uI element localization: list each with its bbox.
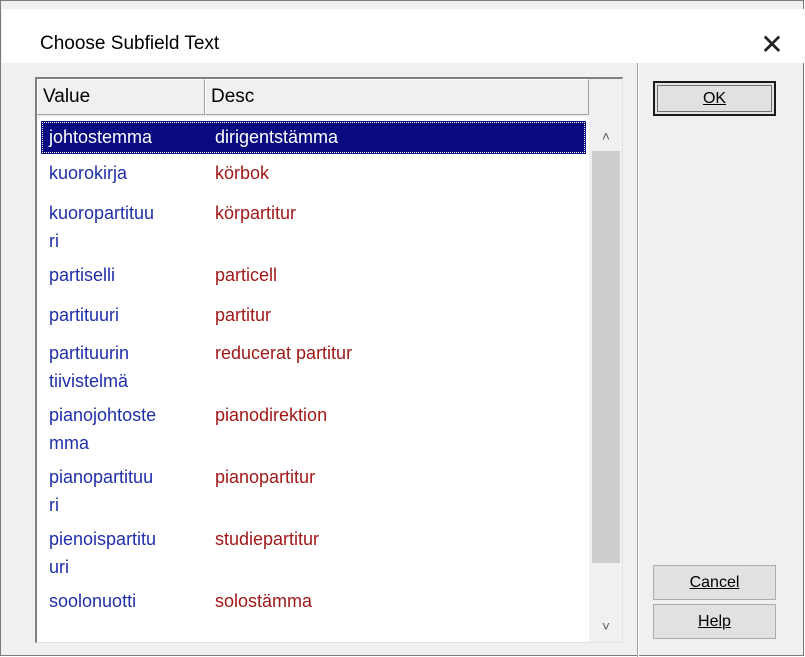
item-desc: körpartitur <box>215 203 297 223</box>
help-button[interactable]: Help <box>653 604 776 639</box>
item-value: pienoispartitu uri <box>49 529 157 577</box>
item-desc: körbok <box>215 163 270 183</box>
dialog-title: Choose Subfield Text <box>40 33 220 54</box>
chevron-down-icon[interactable]: ˅ <box>589 609 622 642</box>
column-header-value[interactable]: Value <box>37 79 205 115</box>
scrollbar-thumb[interactable] <box>592 151 620 563</box>
ok-button[interactable]: OK <box>653 81 776 116</box>
column-header-desc[interactable]: Desc <box>205 79 589 115</box>
item-desc: solostämma <box>215 591 313 611</box>
item-value: kuorokirja <box>49 163 128 183</box>
list-header: Value Desc <box>37 79 622 117</box>
item-value: pianojohtoste mma <box>49 405 157 453</box>
item-value: kuoropartituu ri <box>49 203 155 251</box>
item-desc: partitur <box>215 305 272 325</box>
help-button-label: Help <box>698 612 731 630</box>
item-value: partiselli <box>49 265 116 285</box>
subfield-list[interactable]: Value Desc johtostemma dirigentstämma kuor… <box>35 77 623 643</box>
close-icon[interactable]: ✕ <box>750 22 794 66</box>
title-bar: Choose Subfield Text ✕ <box>2 9 804 63</box>
choose-subfield-dialog: Choose Subfield Text ✕ Value Desc johtos… <box>0 0 804 657</box>
item-value: johtostemma <box>49 127 153 147</box>
cancel-button[interactable]: Cancel <box>653 565 776 600</box>
vertical-scrollbar[interactable]: ˄ ˅ <box>589 117 622 642</box>
ok-button-label: OK <box>702 89 727 107</box>
item-desc: reducerat partitur <box>215 343 353 363</box>
chevron-up-icon[interactable]: ˄ <box>589 119 622 153</box>
item-desc: dirigentstämma <box>215 127 339 147</box>
cancel-button-label: Cancel <box>689 573 740 591</box>
item-desc: pianopartitur <box>215 467 316 487</box>
divider <box>637 63 639 657</box>
item-desc: pianodirektion <box>215 405 328 425</box>
item-value: partituuri <box>49 305 120 325</box>
item-value: soolonuotti <box>49 591 137 611</box>
item-value: partituurin tiivistelmä <box>49 343 130 391</box>
item-desc: studiepartitur <box>215 529 320 549</box>
item-desc: particell <box>215 265 278 285</box>
item-value: pianopartituu ri <box>49 467 154 515</box>
